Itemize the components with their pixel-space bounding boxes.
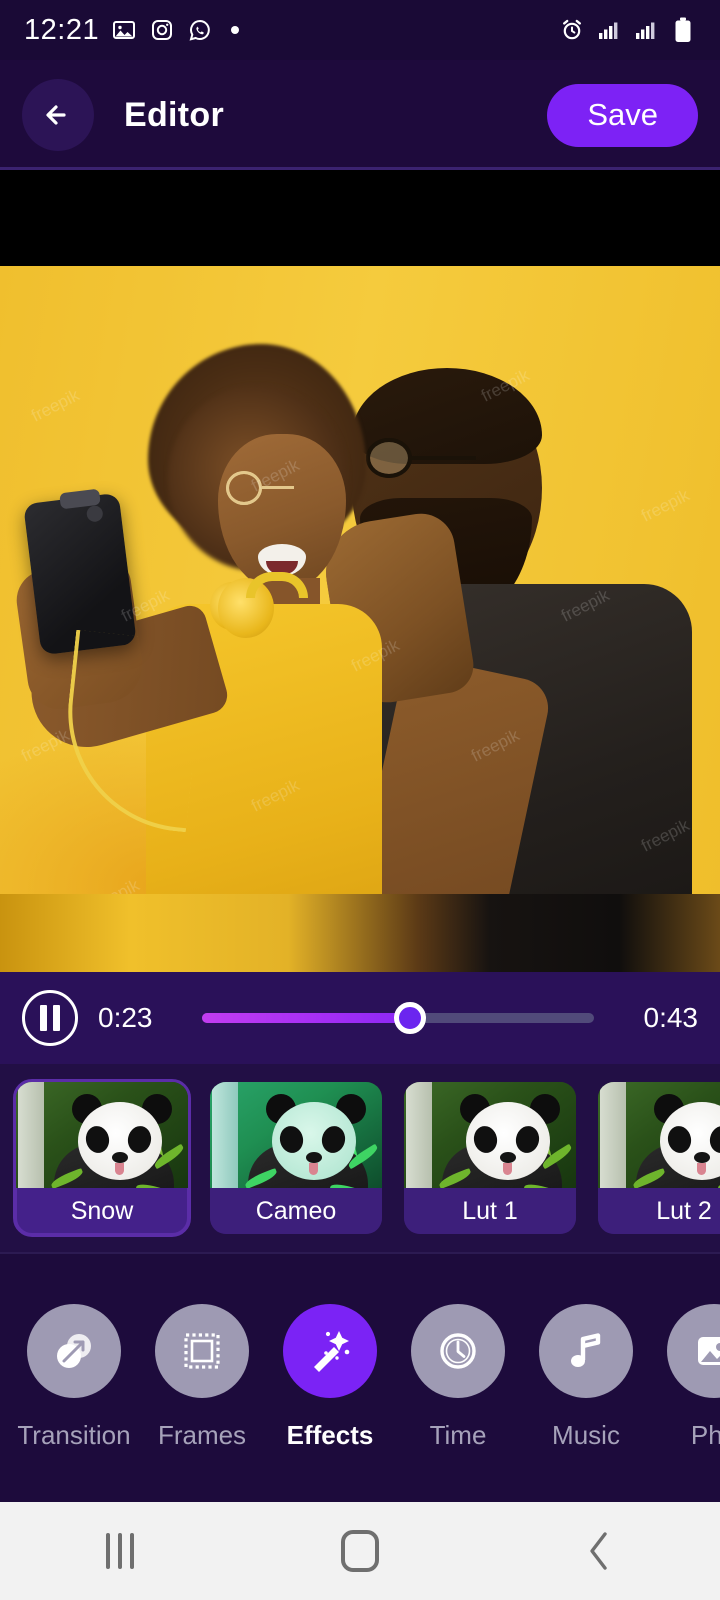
tool-label: Time (429, 1419, 487, 1450)
status-bar: 12:21 (0, 0, 720, 60)
tool-label: Transition (17, 1419, 131, 1450)
panda-preview-image (598, 1082, 720, 1188)
tool-icon-wrap (667, 1303, 720, 1398)
tool-photo[interactable]: Pho (650, 1303, 720, 1451)
battery-icon (670, 17, 696, 43)
dot-indicator (231, 26, 240, 34)
effect-label: Snow (16, 1188, 188, 1234)
effect-thumbnail (404, 1082, 576, 1188)
effect-label: Lut 1 (404, 1188, 576, 1234)
magic-wand-icon (314, 1330, 350, 1372)
panda-preview-image (404, 1082, 576, 1188)
back-nav-button[interactable] (545, 1521, 655, 1581)
effect-label: Lut 2 (598, 1188, 720, 1234)
letterbox-top (0, 170, 720, 266)
android-nav-bar (0, 1502, 720, 1600)
phone-screen: 12:21 Editor Save 0:23 0:43 Snow Cameo L… (0, 0, 720, 1600)
player-controls: 0:23 0:43 (0, 972, 720, 1064)
page-title: Editor (124, 95, 225, 134)
man-glasses (366, 438, 522, 478)
status-bar-right (559, 17, 696, 43)
tool-label: Music (552, 1419, 620, 1450)
woman-headphones (210, 572, 338, 646)
tool-label: Effects (286, 1419, 374, 1450)
tool-label: Pho (690, 1419, 720, 1450)
tool-label: Frames (157, 1419, 247, 1450)
tool-music[interactable]: Music (522, 1303, 650, 1451)
signal-sim2-icon (633, 17, 659, 43)
effect-card-lut-1[interactable]: Lut 1 (404, 1082, 576, 1234)
recents-icon (106, 1533, 134, 1569)
pause-icon-bar-right (53, 1005, 60, 1031)
status-clock: 12:21 (24, 13, 100, 46)
whatsapp-icon (187, 17, 213, 43)
frame-icon (184, 1332, 220, 1369)
total-time: 0:43 (643, 1002, 699, 1033)
back-button[interactable] (22, 79, 94, 151)
panda-preview-image (16, 1082, 188, 1188)
home-icon (341, 1530, 379, 1572)
recents-button[interactable] (65, 1521, 175, 1581)
tool-icon-wrap (283, 1303, 377, 1398)
video-blurred-strip (0, 894, 720, 972)
photo-icon (698, 1336, 720, 1365)
tool-icon-wrap (155, 1303, 249, 1398)
effect-card-cameo[interactable]: Cameo (210, 1082, 382, 1234)
tool-icon-wrap (539, 1303, 633, 1398)
status-bar-left: 12:21 (24, 13, 240, 47)
effect-card-snow[interactable]: Snow (13, 1079, 191, 1237)
effects-carousel[interactable]: Snow Cameo Lut 1 Lut 2 (0, 1064, 720, 1252)
tool-icon-wrap (27, 1303, 121, 1398)
instagram-icon (149, 17, 175, 43)
alarm-icon (559, 17, 585, 43)
effect-thumbnail (16, 1082, 188, 1188)
progress-thumb[interactable] (393, 1002, 426, 1034)
effect-thumbnail (598, 1082, 720, 1188)
video-preview[interactable]: freepik freepik freepik freepik freepik … (0, 266, 720, 972)
tool-icon-wrap (411, 1303, 505, 1398)
tool-time[interactable]: Time (394, 1303, 522, 1451)
clock-icon (440, 1332, 476, 1369)
pause-button[interactable] (22, 990, 78, 1046)
arrow-left-icon (46, 105, 66, 125)
woman-glasses (226, 471, 330, 505)
progress-slider[interactable] (202, 1002, 594, 1034)
save-button[interactable]: Save (547, 83, 698, 147)
current-time: 0:23 (98, 1002, 153, 1033)
tool-transition[interactable]: Transition (10, 1303, 138, 1451)
panda-preview-image (210, 1082, 382, 1188)
progress-fill (202, 1013, 410, 1023)
signal-sim1-icon (596, 17, 622, 43)
transition-icon (57, 1333, 91, 1368)
tool-effects[interactable]: Effects (266, 1303, 394, 1451)
editor-toolbar[interactable]: Transition Frames Effects Time Music Ph (0, 1252, 720, 1502)
gallery-icon (111, 17, 137, 43)
home-button[interactable] (305, 1521, 415, 1581)
app-header: Editor Save (0, 60, 720, 170)
effect-card-lut-2[interactable]: Lut 2 (598, 1082, 720, 1234)
effect-label: Cameo (210, 1188, 382, 1234)
effect-thumbnail (210, 1082, 382, 1188)
music-note-icon (571, 1332, 601, 1367)
video-preview-stage[interactable]: freepik freepik freepik freepik freepik … (0, 170, 720, 972)
nav-back-icon (590, 1532, 607, 1570)
pause-icon-bar-left (40, 1005, 47, 1031)
tool-frames[interactable]: Frames (138, 1303, 266, 1451)
